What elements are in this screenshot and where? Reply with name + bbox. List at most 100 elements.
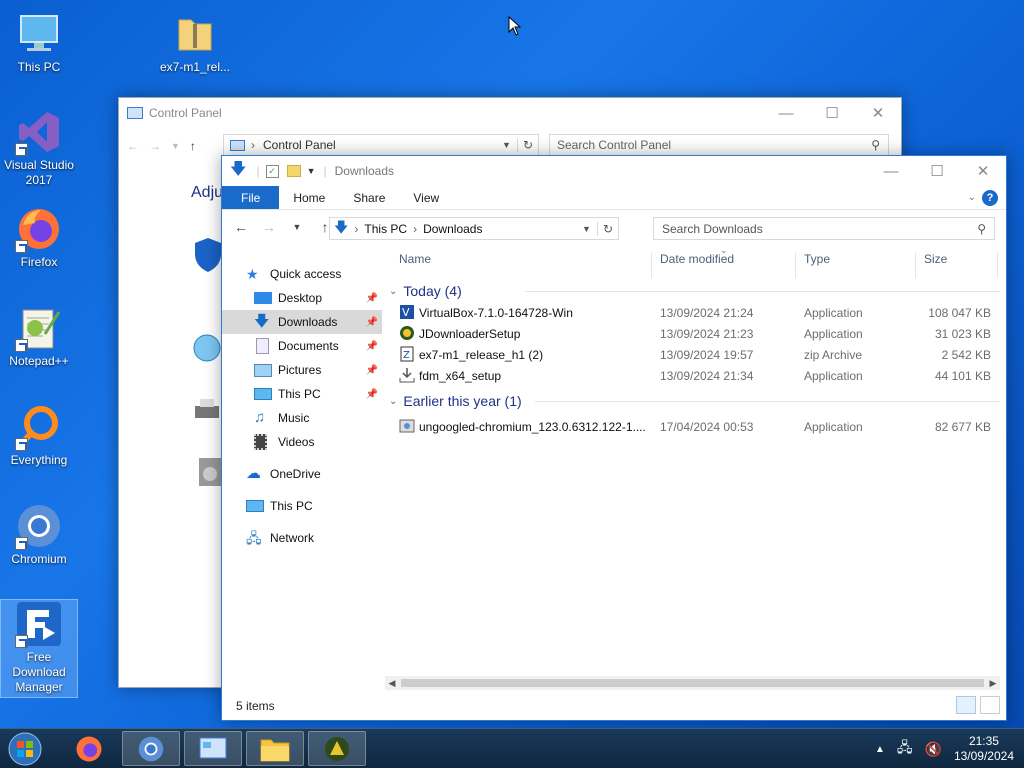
file-date: 17/04/2024 00:53 [660,420,754,434]
breadcrumb-chevron-icon: › [413,221,418,236]
network-icon[interactable]: 🖧 [897,737,913,761]
back-arrow-icon[interactable]: ← [127,139,139,153]
properties-check-icon[interactable]: ✓ [265,164,279,178]
desktop-icon-ex7-zip[interactable]: ex7-m1_rel... [157,10,233,75]
column-size[interactable]: Size [924,252,947,266]
explorer-window[interactable]: 🡇 | ✓ ▼ | Downloads — ☐ ✕ File Home Shar… [221,155,1007,721]
chromium-icon [138,736,164,761]
nav-videos[interactable]: Videos [222,430,382,454]
large-icons-view-button[interactable] [980,696,1000,714]
column-name[interactable]: Name [399,252,431,266]
maximize-button[interactable]: ☐ [914,156,960,186]
horizontal-scrollbar[interactable]: ◀ ▶ [385,676,1000,690]
pin-icon: 📌 [365,340,378,352]
close-button[interactable]: ✕ [855,98,901,128]
breadcrumb-this-pc[interactable]: This PC [364,222,407,236]
desktop-icon-everything[interactable]: Everything [1,403,77,468]
explorer-address-bar[interactable]: 🡇 › This PC › Downloads ▼ ↻ [329,217,619,240]
taskbar-control-panel[interactable] [184,731,242,766]
star-icon: ★ [246,266,259,282]
breadcrumb[interactable]: Control Panel [263,138,336,152]
taskbar-file-explorer[interactable] [246,731,304,766]
taskbar-firefox[interactable] [60,731,118,766]
scrollbar-thumb[interactable] [401,679,984,687]
clock[interactable]: 21:35 13/09/2024 [954,734,1014,764]
file-row[interactable]: JDownloaderSetup 13/09/2024 21:23 Applic… [385,323,1000,344]
tab-share[interactable]: Share [339,186,399,209]
nav-onedrive[interactable]: ☁ OneDrive [222,462,382,486]
file-size: 31 023 KB [934,327,991,341]
nav-this-pc[interactable]: This PC [222,494,382,518]
tab-home[interactable]: Home [279,186,339,209]
installer-icon [399,418,415,434]
customize-toolbar-dropdown-icon[interactable]: ▼ [307,166,316,176]
refresh-icon[interactable]: ↻ [516,138,538,152]
nav-music[interactable]: ♫ Music [222,406,382,430]
new-folder-icon[interactable] [286,165,301,177]
control-panel-titlebar[interactable]: Control Panel — ☐ ✕ [119,98,901,128]
explorer-search-input[interactable]: Search Downloads ⚲ [653,217,995,240]
security-shield-icon[interactable] [193,236,223,274]
programs-disk-icon[interactable] [197,454,223,490]
breadcrumb-downloads[interactable]: Downloads [423,222,482,236]
desktop-icon-visual-studio[interactable]: Visual Studio 2017 [1,108,77,188]
control-panel-heading: Adju [191,184,224,201]
minimize-button[interactable]: — [763,98,809,128]
nav-desktop[interactable]: Desktop 📌 [222,286,382,310]
details-view-button[interactable] [956,696,976,714]
taskbar-chromium[interactable] [122,731,180,766]
nav-quick-access[interactable]: ★ Quick access [222,262,382,286]
back-arrow-icon[interactable]: ← [230,219,252,235]
nav-documents[interactable]: Documents 📌 [222,334,382,358]
collapse-chevron-icon[interactable]: ⌄ [389,396,397,407]
volume-muted-icon[interactable]: 🔇 [925,741,942,758]
desktop-icon-notepadpp[interactable]: Notepad++ [1,304,77,369]
forward-arrow-icon[interactable]: → [149,139,161,153]
file-row[interactable]: Z ex7-m1_release_h1 (2) 13/09/2024 19:57… [385,344,1000,365]
desktop-icon-fdm[interactable]: Free Download Manager [0,599,78,698]
nav-downloads[interactable]: 🡇 Downloads 📌 [222,310,382,334]
network-globe-icon[interactable] [191,332,223,364]
recent-locations-icon[interactable]: ▼ [286,222,308,232]
scroll-right-icon[interactable]: ▶ [986,676,1000,690]
collapse-chevron-icon[interactable]: ⌄ [389,286,397,297]
nav-label: This PC [278,387,321,401]
expand-ribbon-icon[interactable]: ⌄ [962,186,982,209]
control-panel-address-bar[interactable]: › Control Panel ▼ ↻ [223,134,539,156]
file-row[interactable]: ungoogled-chromium_123.0.6312.122-1.... … [385,416,1000,437]
group-header-earlier-this-year[interactable]: ⌄ Earlier this year (1) [385,390,1000,412]
close-button[interactable]: ✕ [960,156,1006,186]
maximize-button[interactable]: ☐ [809,98,855,128]
group-header-today[interactable]: ⌄ Today (4) [385,280,1000,302]
tab-file[interactable]: File [222,186,280,209]
nav-pictures[interactable]: Pictures 📌 [222,358,382,382]
start-button[interactable] [6,731,44,767]
explorer-titlebar[interactable]: 🡇 | ✓ ▼ | Downloads — ☐ ✕ [222,156,1006,186]
scroll-left-icon[interactable]: ◀ [385,676,399,690]
desktop-icon-chromium[interactable]: Chromium [1,502,77,567]
forward-arrow-icon[interactable]: → [258,219,280,235]
help-icon[interactable]: ? [982,186,1006,209]
desktop-icon-firefox[interactable]: Firefox [1,205,77,270]
search-placeholder: Search Downloads [662,221,763,236]
file-name: VirtualBox-7.1.0-164728-Win [419,306,573,320]
address-dropdown-icon[interactable]: ▼ [582,224,591,234]
desktop-icon-this-pc[interactable]: This PC [1,10,77,75]
column-type[interactable]: Type [804,252,830,266]
hardware-printer-icon[interactable] [191,394,223,426]
installer-icon [399,367,415,383]
show-hidden-icons-icon[interactable]: ▲ [875,744,885,755]
minimize-button[interactable]: — [868,156,914,186]
control-panel-search-input[interactable]: Search Control Panel ⚲ [549,134,889,156]
file-row[interactable]: fdm_x64_setup 13/09/2024 21:34 Applicati… [385,365,1000,386]
nav-this-pc-pinned[interactable]: This PC 📌 [222,382,382,406]
address-dropdown-icon[interactable]: ▼ [502,140,511,150]
nav-network[interactable]: 🖧 Network [222,526,382,550]
up-arrow-icon[interactable]: ↑ [190,139,196,153]
refresh-icon[interactable]: ↻ [596,221,618,236]
file-row[interactable]: V VirtualBox-7.1.0-164728-Win 13/09/2024… [385,302,1000,323]
tab-view[interactable]: View [399,186,453,209]
chevron-down-icon[interactable]: ▼ [171,141,180,151]
download-arrow-icon: 🡇 [230,160,247,178]
taskbar-app[interactable] [308,731,366,766]
